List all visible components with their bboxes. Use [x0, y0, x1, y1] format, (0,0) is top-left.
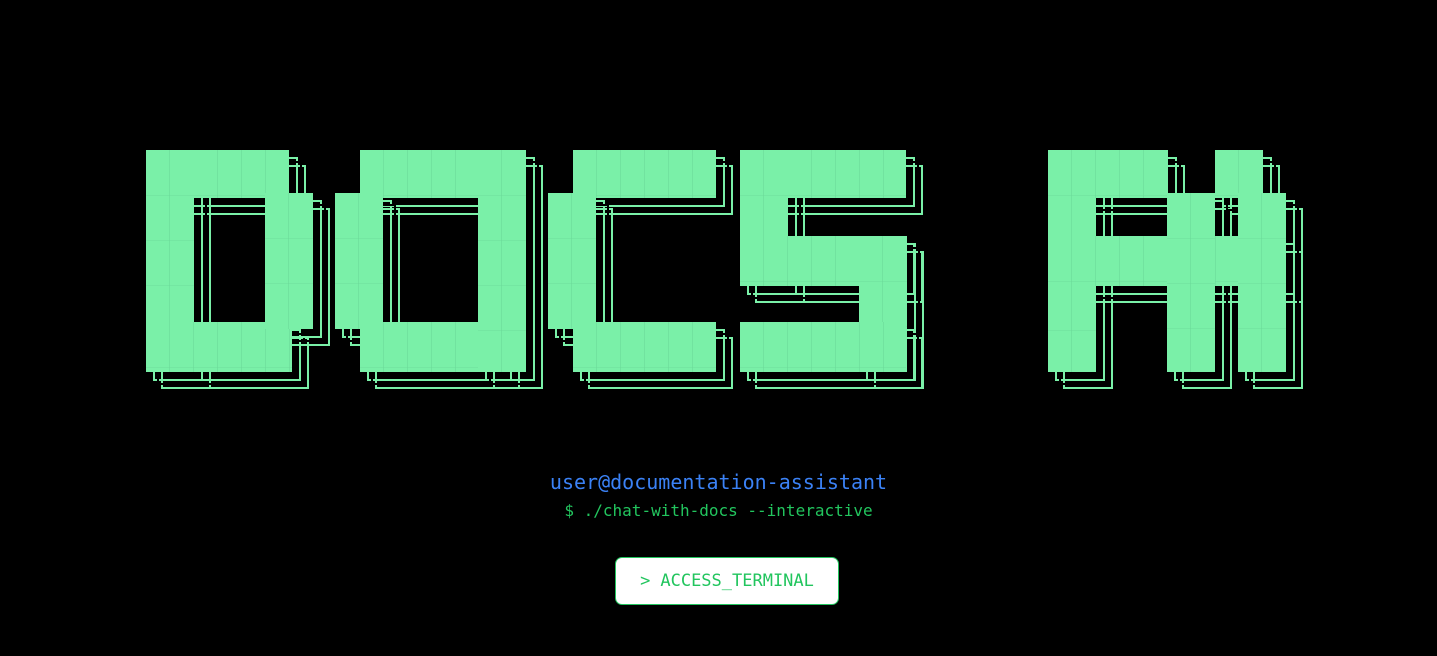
- docs-ai-pixel-logo: [146, 150, 1303, 389]
- letter-o: [335, 150, 526, 372]
- access-terminal-label: ACCESS_TERMINAL: [660, 571, 814, 591]
- access-terminal-button[interactable]: > ACCESS_TERMINAL: [615, 557, 839, 605]
- prompt-chevron-icon: >: [640, 571, 651, 591]
- letter-s: [740, 150, 907, 372]
- hero-logo: [0, 0, 1437, 430]
- logo-fill: [146, 150, 1286, 372]
- letter-c: [548, 150, 716, 372]
- letter-d: [146, 150, 313, 372]
- command-line: $ ./chat-with-docs --interactive: [564, 501, 873, 520]
- letter-a: [1048, 150, 1286, 372]
- user-host-label: user@documentation-assistant: [549, 470, 888, 494]
